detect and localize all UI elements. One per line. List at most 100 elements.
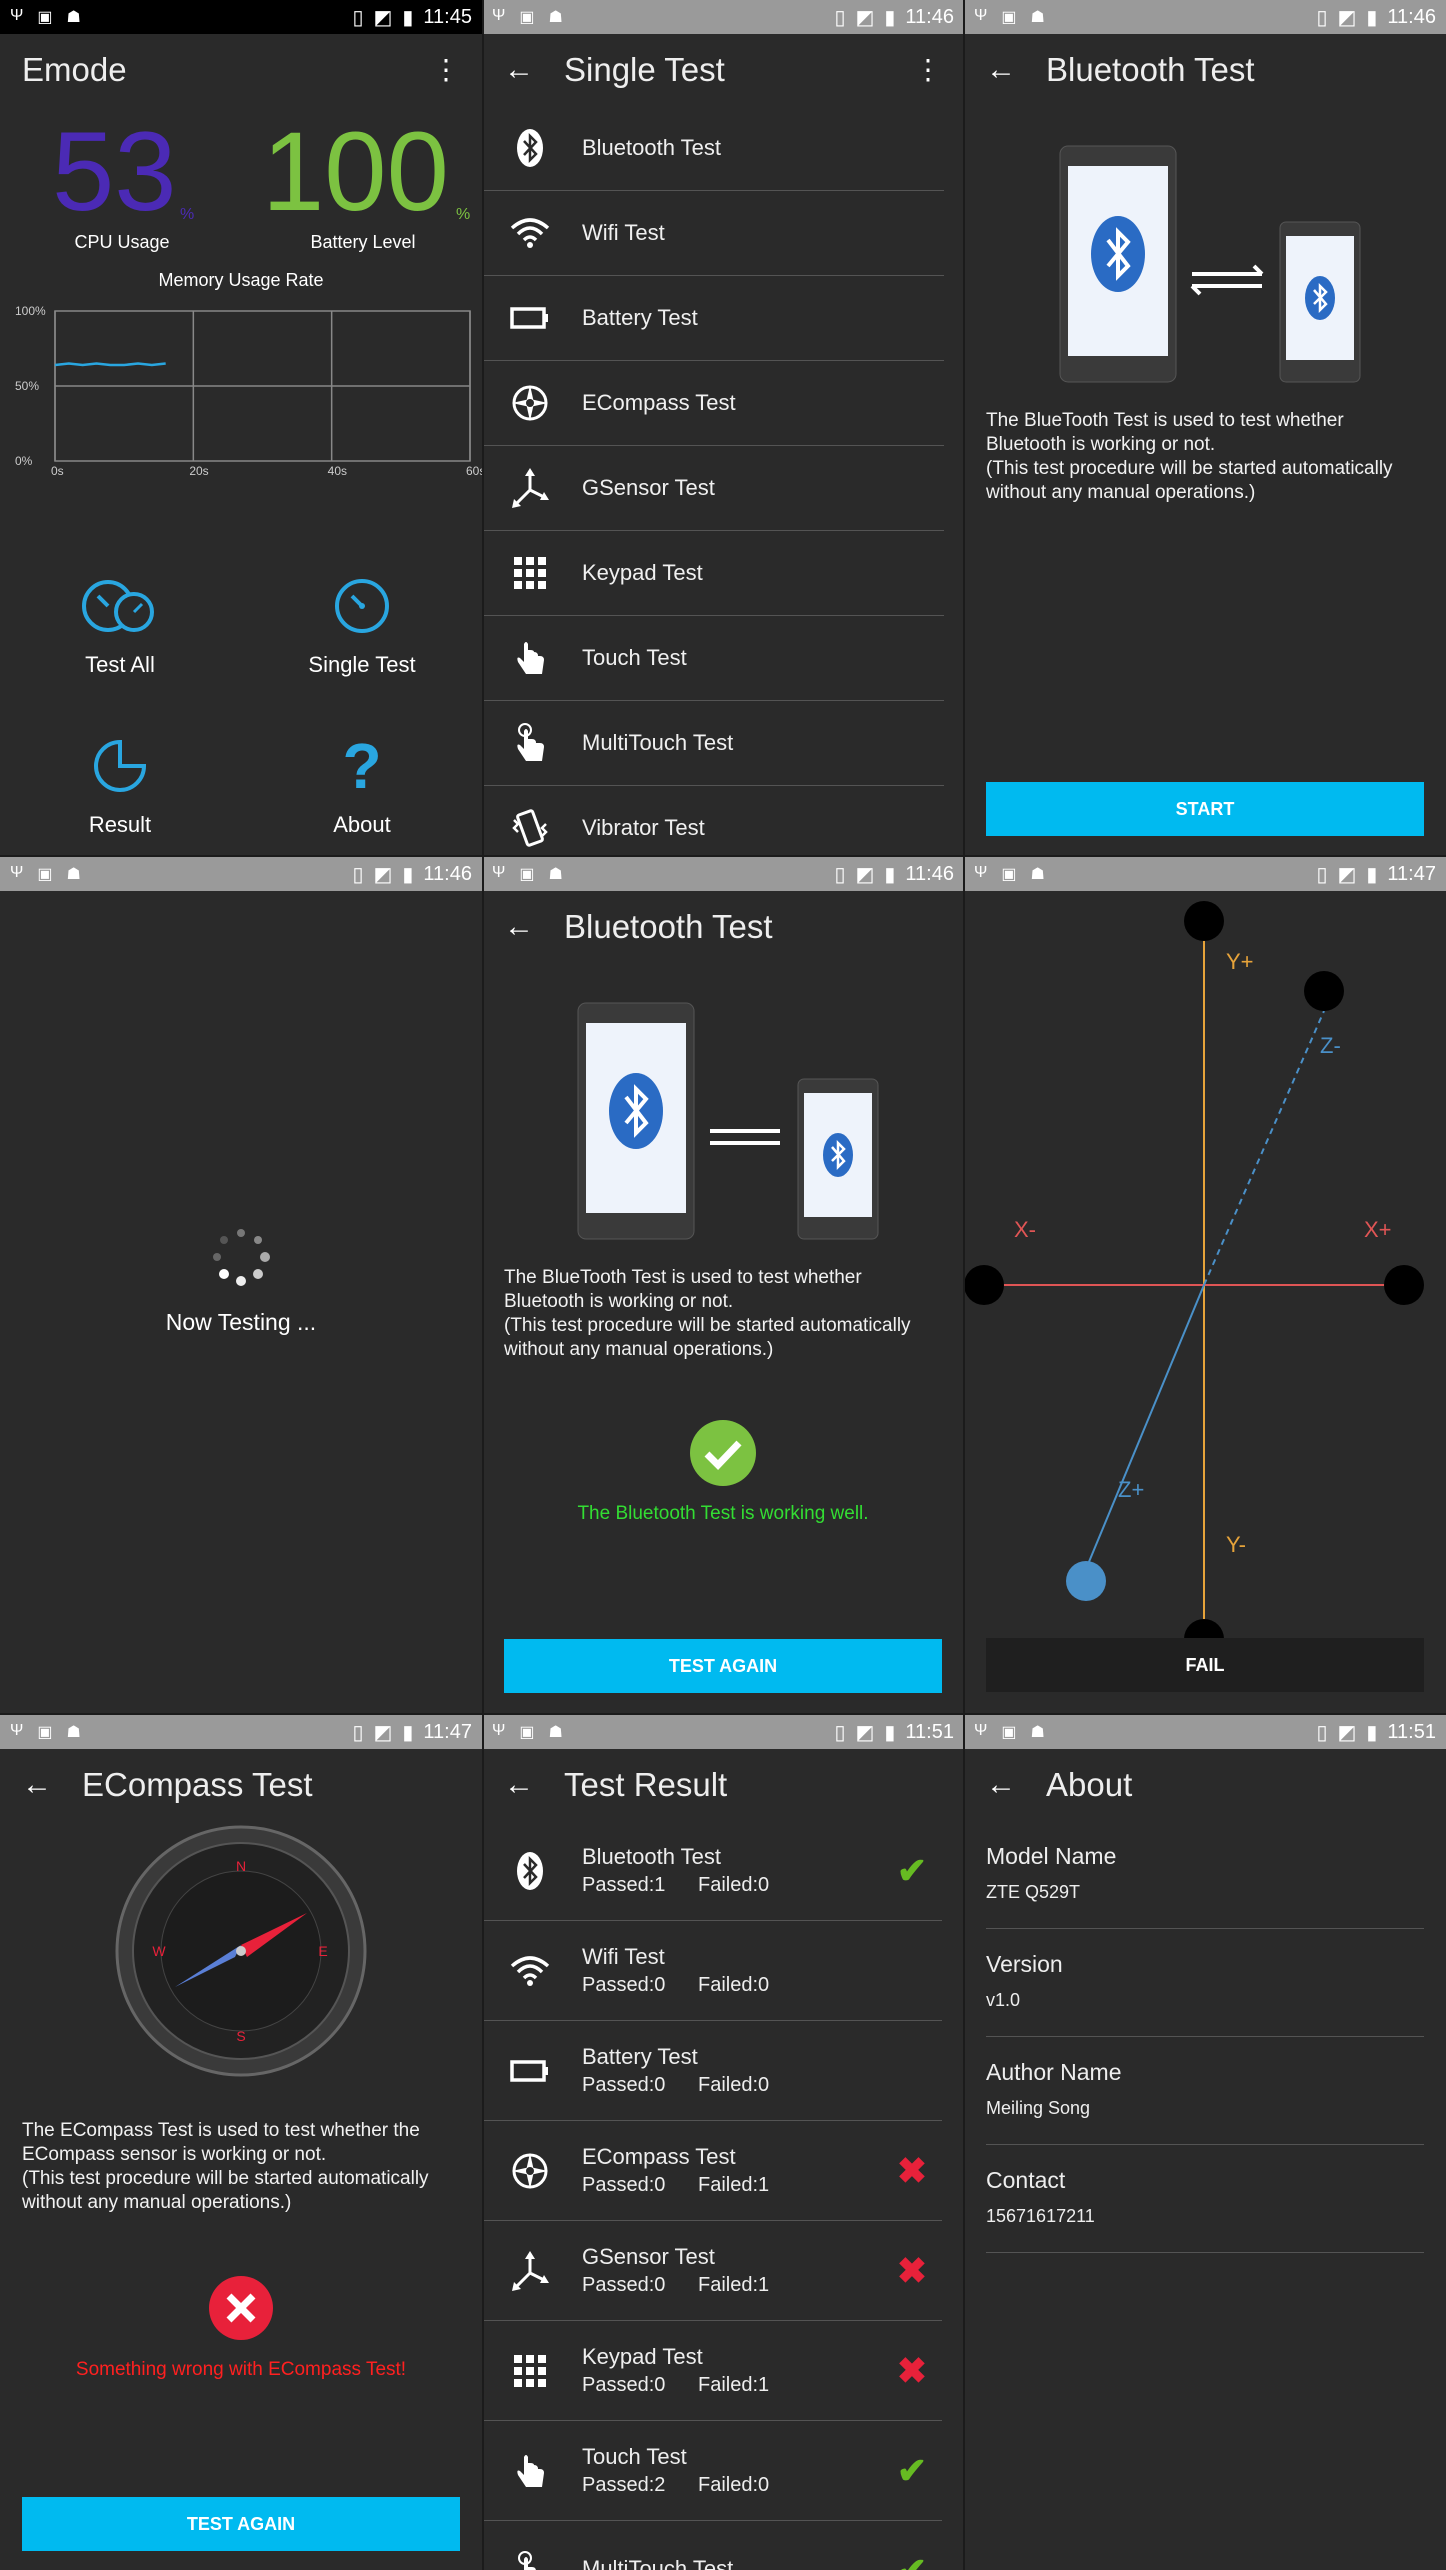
- cpu-unit: %: [180, 206, 195, 223]
- about-screen: Ψ ▣ ☗ ▯ ◩ ▮ 11:51 ← About Model Name ZTE Q529…: [964, 1715, 1446, 2570]
- result-row[interactable]: ECompass Test Passed:0 Failed:1 ✖: [482, 2121, 942, 2221]
- test-list-item[interactable]: Battery Test: [482, 276, 944, 361]
- result-name: Battery Test: [582, 2044, 698, 2069]
- passed-count: 0: [654, 2374, 666, 2396]
- usb-icon: Ψ: [974, 1722, 988, 1739]
- failed-count: 0: [758, 2474, 770, 2496]
- battery-value: 100: [262, 109, 449, 234]
- battery-unit: %: [456, 206, 471, 223]
- about-value: 15671617211: [986, 2206, 1095, 2226]
- back-arrow-icon[interactable]: ←: [504, 53, 534, 87]
- test-list-item[interactable]: MultiTouch Test: [482, 701, 944, 786]
- dial-west: W: [152, 1943, 166, 1959]
- battery-icon: [510, 2051, 550, 2091]
- result-name: MultiTouch Test: [582, 2555, 734, 2570]
- x-minus-label: X-: [1014, 1217, 1036, 1242]
- android-icon: ☗: [548, 9, 563, 26]
- app-toolbar: ← ECompass Test: [0, 1749, 482, 1821]
- test-list-item[interactable]: Keypad Test: [482, 531, 944, 616]
- touch-icon: [510, 2451, 550, 2491]
- fail-button[interactable]: FAIL: [986, 1638, 1424, 1692]
- passed-count: 0: [654, 1974, 666, 1996]
- no-sim-icon: ◩: [373, 1721, 393, 1744]
- test-all-label: Test All: [85, 652, 155, 677]
- no-sim-icon: ◩: [1337, 1721, 1357, 1744]
- back-arrow-icon[interactable]: ←: [22, 1768, 52, 1802]
- overflow-menu-icon[interactable]: ⋮: [432, 56, 460, 84]
- test-list-item[interactable]: Wifi Test: [482, 191, 944, 276]
- status-bar: Ψ ▣ ☗ ▯ ◩ ▮ 11:45: [0, 0, 482, 34]
- vibrate-icon: ▯: [834, 6, 846, 29]
- no-sim-icon: ◩: [855, 863, 875, 886]
- test-list-item[interactable]: Vibrator Test: [482, 786, 944, 855]
- about-tile[interactable]: ? About: [242, 700, 482, 855]
- sd-icon: ▣: [1001, 1724, 1017, 1741]
- app-toolbar: ← Bluetooth Test: [482, 891, 964, 963]
- single-test-tile[interactable]: Single Test: [242, 540, 482, 698]
- z-axis-positive: [1085, 1284, 1205, 1570]
- test-list-item[interactable]: Bluetooth Test: [482, 106, 944, 191]
- result-counts: Passed:0 Failed:1: [582, 2174, 882, 2197]
- result-row[interactable]: Battery Test Passed:0 Failed:0: [482, 2021, 942, 2121]
- result-name: ECompass Test: [582, 2144, 736, 2169]
- test-list-item[interactable]: Touch Test: [482, 616, 944, 701]
- back-arrow-icon[interactable]: ←: [986, 53, 1016, 87]
- battery-icon: [510, 298, 550, 338]
- gauge-labels: CPU Usage Battery Level: [0, 226, 482, 266]
- now-testing-label: Now Testing ...: [165, 1309, 317, 1335]
- z-plus-marker: [1066, 1561, 1106, 1601]
- overflow-menu-icon[interactable]: ⋮: [914, 56, 942, 84]
- vibrate-icon: ▯: [352, 1721, 364, 1744]
- passed-prefix: Passed:: [582, 1974, 655, 1996]
- test-result-screen: Ψ ▣ ☗ ▯ ◩ ▮ 11:51 ← Test Result Bluetooth Tes…: [482, 1715, 964, 2570]
- no-sim-icon: ◩: [1337, 863, 1357, 886]
- back-arrow-icon[interactable]: ←: [986, 1768, 1016, 1802]
- test-all-tile[interactable]: Test All: [0, 540, 240, 698]
- result-row[interactable]: Wifi Test Passed:0 Failed:0: [482, 1921, 942, 2021]
- status-bar: Ψ ▣ ☗ ▯ ◩ ▮ 11:47: [964, 857, 1446, 891]
- test-list-item[interactable]: GSensor Test: [482, 446, 944, 531]
- result-row[interactable]: MultiTouch Test ✔: [482, 2521, 942, 2570]
- back-arrow-icon[interactable]: ←: [504, 910, 534, 944]
- result-tile[interactable]: Result: [0, 700, 240, 855]
- test-again-button[interactable]: TEST AGAIN: [504, 1639, 942, 1693]
- about-model: Model Name ZTE Q529T: [986, 1821, 1424, 1929]
- divider: [0, 855, 1446, 857]
- result-row[interactable]: GSensor Test Passed:0 Failed:1 ✖: [482, 2221, 942, 2321]
- passed-prefix: Passed:: [582, 2274, 655, 2296]
- app-toolbar: ← Bluetooth Test: [964, 34, 1446, 106]
- vibrate-icon: ▯: [1316, 863, 1328, 886]
- android-icon: ☗: [1030, 1724, 1045, 1741]
- result-text: Touch Test Passed:2 Failed:0: [582, 2444, 882, 2497]
- about-contact: Contact 15671617211: [986, 2145, 1424, 2253]
- clock: 11:47: [423, 1720, 472, 1743]
- x-tick-label: 20s: [189, 464, 208, 478]
- android-icon: ☗: [66, 866, 81, 883]
- clock: 11:46: [1387, 5, 1436, 28]
- back-arrow-icon[interactable]: ←: [504, 1768, 534, 1802]
- passed-count: 0: [654, 2074, 666, 2096]
- start-button[interactable]: START: [986, 782, 1424, 836]
- battery-label: Battery Level: [310, 232, 416, 252]
- battery-status-icon: ▮: [884, 863, 896, 886]
- touch-icon: [510, 638, 550, 678]
- result-row[interactable]: Bluetooth Test Passed:1 Failed:0 ✔: [482, 1821, 942, 1921]
- about-author: Author Name Meiling Song: [986, 2037, 1424, 2145]
- failed-prefix: Failed:: [698, 1974, 759, 1996]
- result-row[interactable]: Keypad Test Passed:0 Failed:1 ✖: [482, 2321, 942, 2421]
- z-plus-label: Z+: [1118, 1477, 1145, 1502]
- no-sim-icon: ◩: [855, 6, 875, 29]
- failed-count: 1: [758, 2374, 770, 2396]
- page-title: About: [1046, 1766, 1133, 1803]
- test-list-item[interactable]: ECompass Test: [482, 361, 944, 446]
- test-list-label: Keypad Test: [582, 560, 703, 585]
- dual-gauge-icon: [82, 580, 154, 632]
- x-tick-label: 0s: [51, 464, 64, 478]
- result-row[interactable]: Touch Test Passed:2 Failed:0 ✔: [482, 2421, 942, 2521]
- app-toolbar: ← Test Result: [482, 1749, 964, 1821]
- status-bar: Ψ ▣ ☗ ▯ ◩ ▮ 11:51: [964, 1715, 1446, 1749]
- about-key: Version: [986, 1951, 1063, 1977]
- result-text: MultiTouch Test: [582, 2556, 882, 2570]
- result-name: Touch Test: [582, 2444, 687, 2469]
- test-again-button[interactable]: TEST AGAIN: [22, 2497, 460, 2551]
